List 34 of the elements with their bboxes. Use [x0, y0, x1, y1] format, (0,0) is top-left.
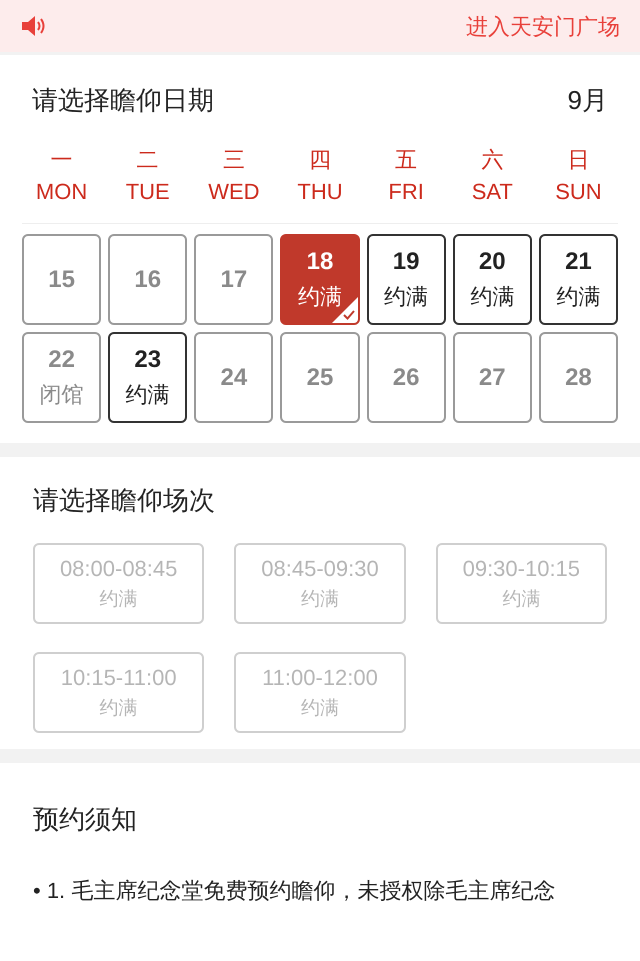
weekday-label: THU	[297, 178, 343, 206]
month-label: 9月	[568, 84, 608, 116]
notice-text: • 1. 毛主席纪念堂免费预约瞻仰，未授权除毛主席纪念	[33, 877, 556, 905]
weekday-label: SUN	[555, 178, 602, 206]
weekday-label: 六	[481, 146, 504, 174]
weekday-label: TUE	[126, 178, 170, 206]
date-cell[interactable]: 22 闭馆	[22, 332, 102, 423]
date-cell[interactable]: 27	[452, 332, 532, 423]
date-cell[interactable]: 17	[194, 234, 274, 325]
date-cell[interactable]: 23 约满	[108, 332, 188, 423]
date-cell[interactable]: 16	[108, 234, 188, 325]
enter-square-link[interactable]: 进入天安门广场	[466, 10, 620, 42]
date-cell[interactable]: 18 约满	[280, 234, 360, 325]
date-cell[interactable]: 21 约满	[538, 234, 618, 325]
weekday-label: 四	[308, 146, 331, 174]
date-cell[interactable]: 28	[538, 332, 618, 423]
weekday-label: FRI	[388, 178, 424, 206]
date-cell[interactable]: 15	[22, 234, 102, 325]
section-title: 请选择瞻仰日期	[32, 84, 214, 116]
section-title: 请选择瞻仰场次	[33, 484, 215, 516]
weekday-label: MON	[36, 178, 88, 206]
weekday-label: SAT	[472, 178, 513, 206]
weekday-label: 五	[395, 146, 418, 174]
section-title: 预约须知	[33, 802, 137, 836]
weekday-label: 三	[222, 146, 245, 174]
weekday-label: 二	[136, 146, 159, 174]
weekday-label: 一	[50, 146, 73, 174]
date-cell[interactable]: 26	[366, 332, 446, 423]
date-cell[interactable]: 25	[280, 332, 360, 423]
date-cell[interactable]: 20 约满	[452, 234, 532, 325]
weekday-label: WED	[208, 178, 260, 206]
date-cell[interactable]: 19 约满	[366, 234, 446, 325]
date-cell[interactable]: 24	[194, 332, 274, 423]
weekday-label: 日	[567, 146, 590, 174]
